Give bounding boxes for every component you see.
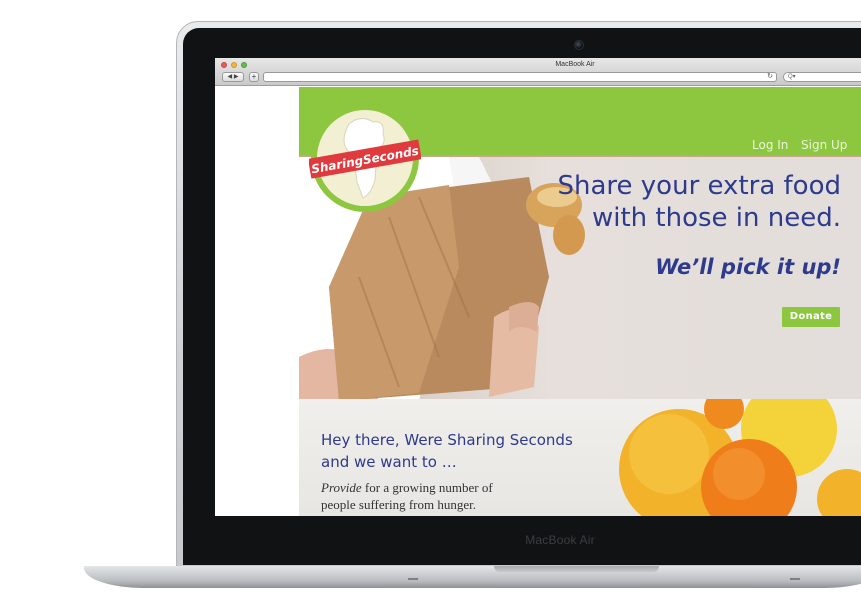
hero-headline-line2: with those in need.	[591, 203, 841, 233]
search-input[interactable]: Q▾	[783, 72, 861, 82]
intro-body-emphasis: Provide	[321, 480, 362, 495]
new-tab-button[interactable]: +	[249, 72, 259, 82]
sharingseconds-logo[interactable]: SharingSeconds	[309, 102, 421, 214]
hero-headline-line1: Share your extra food	[557, 171, 842, 201]
window-title: MacBook Air	[555, 61, 595, 68]
page-left-margin	[215, 87, 299, 516]
website: Log In Sign Up Share your extra food wit…	[299, 87, 861, 516]
intro-heading-line2: and we want to …	[321, 453, 457, 471]
address-bar[interactable]: ↻	[263, 72, 777, 82]
zoom-window-icon[interactable]	[241, 62, 247, 68]
laptop-foot	[790, 578, 800, 580]
signup-link[interactable]: Sign Up	[801, 138, 847, 152]
intro-section: Hey there, Were Sharing Seconds and we w…	[299, 399, 861, 516]
intro-body-text1: for a growing number of	[361, 480, 493, 495]
intro-body-text2: people suffering from hunger.	[321, 497, 476, 512]
hero-tagline: We’ll pick it up!	[655, 255, 841, 279]
laptop-base-notch	[494, 566, 659, 572]
intro-heading-line1: Hey there, Were Sharing Seconds	[321, 431, 573, 449]
laptop-label: MacBook Air	[525, 533, 595, 547]
browser-screen: MacBook Air ◀ ▶ + ↻ Q▾ Log In Sign Up Sh…	[215, 58, 861, 516]
login-link[interactable]: Log In	[752, 138, 788, 152]
intro-heading: Hey there, Were Sharing Seconds and we w…	[321, 429, 611, 473]
reload-icon[interactable]: ↻	[767, 72, 773, 80]
minimize-window-icon[interactable]	[231, 62, 237, 68]
donate-button[interactable]: Donate	[782, 307, 840, 327]
camera-icon	[574, 40, 584, 50]
laptop-foot	[408, 578, 418, 580]
citrus-fruit-image	[619, 399, 861, 516]
laptop-base	[84, 566, 861, 588]
back-forward-buttons[interactable]: ◀ ▶	[222, 72, 244, 82]
browser-titlebar: MacBook Air ◀ ▶ + ↻ Q▾	[215, 58, 861, 86]
intro-body: Provide for a growing number of people s…	[321, 479, 611, 513]
close-window-icon[interactable]	[221, 62, 227, 68]
